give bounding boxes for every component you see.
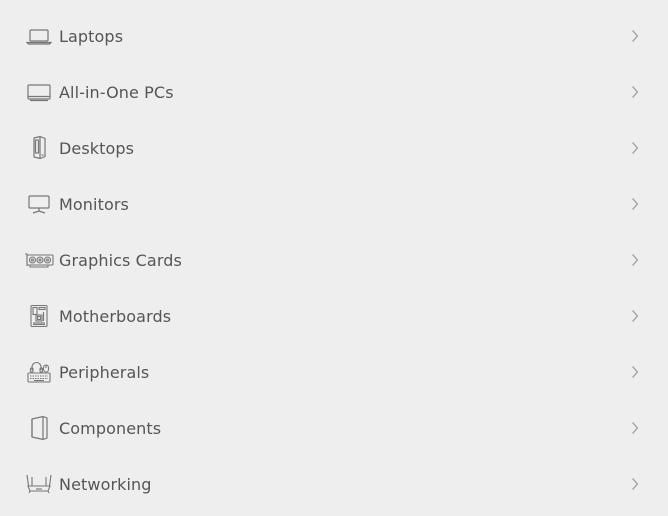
chevron-right-icon	[629, 252, 641, 268]
menu-item-peripherals[interactable]: Peripherals	[0, 344, 668, 400]
menu-item-laptops[interactable]: Laptops	[0, 8, 668, 64]
menu-item-label: Monitors	[59, 194, 129, 214]
chevron-right-icon	[629, 308, 641, 324]
menu-item-monitors[interactable]: Monitors	[0, 176, 668, 232]
menu-item-graphics-cards[interactable]: Graphics Cards	[0, 232, 668, 288]
graphics-card-icon	[24, 248, 54, 272]
chevron-right-icon	[629, 140, 641, 156]
peripherals-icon	[24, 360, 54, 384]
menu-item-label: All-in-One PCs	[59, 82, 174, 102]
menu-item-motherboards[interactable]: Motherboards	[0, 288, 668, 344]
menu-item-label: Motherboards	[59, 306, 172, 326]
chevron-right-icon	[629, 28, 641, 44]
category-menu: Laptops All-in-One PCs Desktops Monitors…	[0, 8, 668, 512]
chevron-right-icon	[629, 476, 641, 492]
menu-item-label: Graphics Cards	[59, 250, 182, 270]
menu-item-all-in-one-pcs[interactable]: All-in-One PCs	[0, 64, 668, 120]
chevron-right-icon	[629, 420, 641, 436]
menu-item-label: Networking	[59, 474, 152, 494]
menu-item-label: Laptops	[59, 26, 124, 46]
laptop-icon	[24, 24, 54, 48]
menu-item-desktops[interactable]: Desktops	[0, 120, 668, 176]
monitor-icon	[24, 192, 54, 216]
chevron-right-icon	[629, 84, 641, 100]
menu-item-components[interactable]: Components	[0, 400, 668, 456]
router-icon	[24, 472, 54, 496]
chevron-right-icon	[629, 364, 641, 380]
menu-item-networking[interactable]: Networking	[0, 456, 668, 512]
components-icon	[24, 415, 54, 441]
all-in-one-pc-icon	[24, 80, 54, 104]
chevron-right-icon	[629, 196, 641, 212]
menu-item-label: Peripherals	[59, 362, 150, 382]
desktop-tower-icon	[24, 135, 54, 160]
motherboard-icon	[24, 304, 54, 328]
menu-item-label: Desktops	[59, 138, 135, 158]
menu-item-label: Components	[59, 418, 162, 438]
